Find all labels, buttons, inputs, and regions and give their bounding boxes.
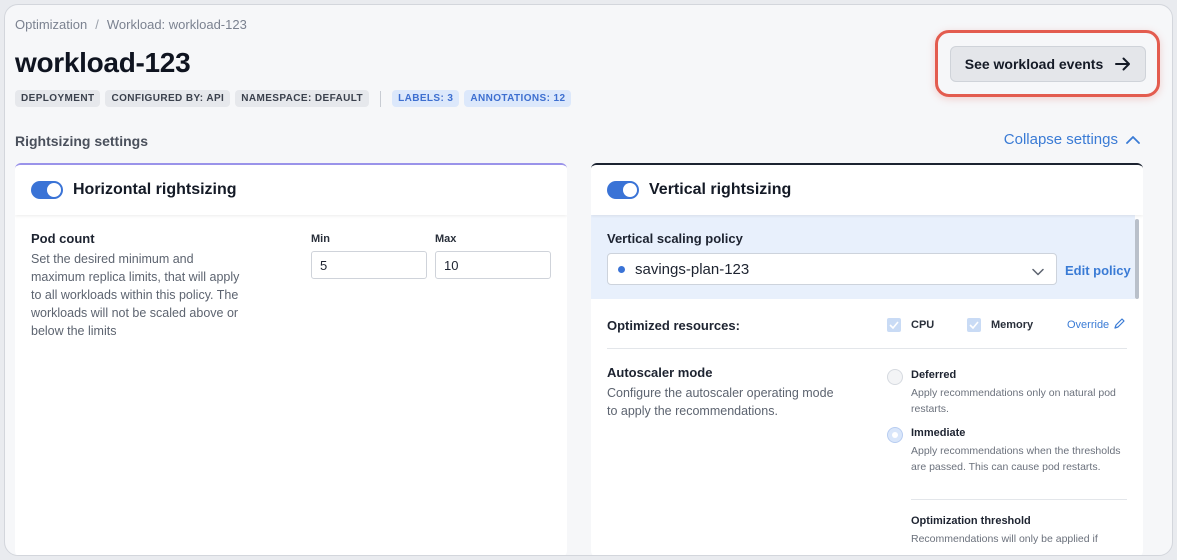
horizontal-card-title: Horizontal rightsizing [73,181,237,198]
min-input[interactable]: 5 [311,251,427,279]
see-workload-events-button[interactable]: See workload events [950,46,1146,82]
vertical-card-title: Vertical rightsizing [649,181,792,198]
page-title: workload-123 [15,47,191,78]
immediate-title: Immediate [911,427,966,439]
collapse-settings-button[interactable]: Collapse settings [1004,131,1140,148]
max-label: Max [435,233,457,245]
arrow-right-icon [1115,57,1131,71]
events-button-highlight: See workload events [935,30,1160,97]
policy-area: Vertical scaling policy savings-plan-123… [591,215,1135,299]
vertical-card-header: Vertical rightsizing [591,165,1143,215]
optimized-resources-label: Optimized resources: [607,317,740,333]
cpu-checkbox-group[interactable]: CPU [887,318,934,332]
section-title: Rightsizing settings [15,133,148,149]
max-input[interactable]: 10 [435,251,551,279]
tag-divider [380,90,382,107]
chevron-down-icon [1032,263,1044,280]
divider [607,348,1127,349]
memory-checkbox[interactable] [967,318,981,332]
scrollbar[interactable] [1135,219,1139,299]
cpu-checkbox[interactable] [887,318,901,332]
policy-label: Vertical scaling policy [607,231,743,246]
pod-count-title: Pod count [31,231,95,246]
chevron-up-icon [1126,131,1140,148]
tag-configured-by: CONFIGURED BY: API [105,90,231,107]
vertical-rightsizing-card: Vertical rightsizing Vertical scaling po… [591,163,1143,555]
divider [911,499,1127,500]
optimization-threshold-block: Optimization threshold Recommendations w… [887,515,1123,547]
override-link[interactable]: Override [1067,318,1125,332]
memory-label: Memory [991,319,1034,331]
immediate-radio[interactable] [887,427,903,443]
breadcrumb: Optimization / Workload: workload-123 [15,17,247,32]
horizontal-card-header: Horizontal rightsizing [15,165,567,215]
collapse-settings-label: Collapse settings [1003,131,1118,148]
tag-namespace: NAMESPACE: DEFAULT [235,90,370,107]
mode-option-deferred[interactable]: Deferred Apply recommendations only on n… [887,369,1123,417]
tag-annotations[interactable]: ANNOTATIONS: 12 [464,90,572,107]
app-frame: Optimization / Workload: workload-123 wo… [4,4,1173,556]
threshold-description: Recommendations will only be applied if [911,533,1098,545]
optimized-resources-row: Optimized resources: CPU Memory Override [607,315,1127,335]
pod-count-block: Pod count Set the desired minimum and ma… [31,231,241,340]
deferred-title: Deferred [911,369,957,381]
breadcrumb-separator: / [95,17,99,32]
max-field: Max 10 [435,233,551,279]
immediate-description: Apply recommendations when the threshold… [911,445,1121,473]
autoscaler-description: Configure the autoscaler operating mode … [607,386,834,418]
autoscaler-mode-block: Autoscaler mode Configure the autoscaler… [607,365,837,420]
tag-list: DEPLOYMENT CONFIGURED BY: API NAMESPACE:… [15,90,572,107]
policy-value: savings-plan-123 [635,260,750,278]
events-button-label: See workload events [964,56,1104,72]
tag-kind: DEPLOYMENT [15,90,101,107]
pencil-icon [1114,318,1125,332]
horizontal-rightsizing-card: Horizontal rightsizing Pod count Set the… [15,163,567,555]
pod-count-description: Set the desired minimum and maximum repl… [31,252,240,338]
deferred-description: Apply recommendations only on natural po… [911,387,1116,415]
deferred-radio[interactable] [887,369,903,385]
mode-option-immediate[interactable]: Immediate Apply recommendations when the… [887,427,1123,475]
tag-labels[interactable]: LABELS: 3 [392,90,460,107]
edit-policy-link[interactable]: Edit policy [1065,263,1131,278]
breadcrumb-current: Workload: workload-123 [106,17,247,32]
autoscaler-title: Autoscaler mode [607,365,713,380]
memory-checkbox-group[interactable]: Memory [967,318,1033,332]
breadcrumb-root[interactable]: Optimization [15,17,87,32]
override-label: Override [1067,319,1110,331]
policy-dot-icon [618,265,625,273]
horizontal-toggle[interactable] [31,181,63,199]
threshold-title: Optimization threshold [911,515,1031,527]
min-label: Min [311,233,330,245]
vertical-toggle[interactable] [607,181,639,199]
cpu-label: CPU [911,319,935,331]
min-field: Min 5 [311,233,427,279]
policy-select[interactable]: savings-plan-123 [607,253,1057,285]
